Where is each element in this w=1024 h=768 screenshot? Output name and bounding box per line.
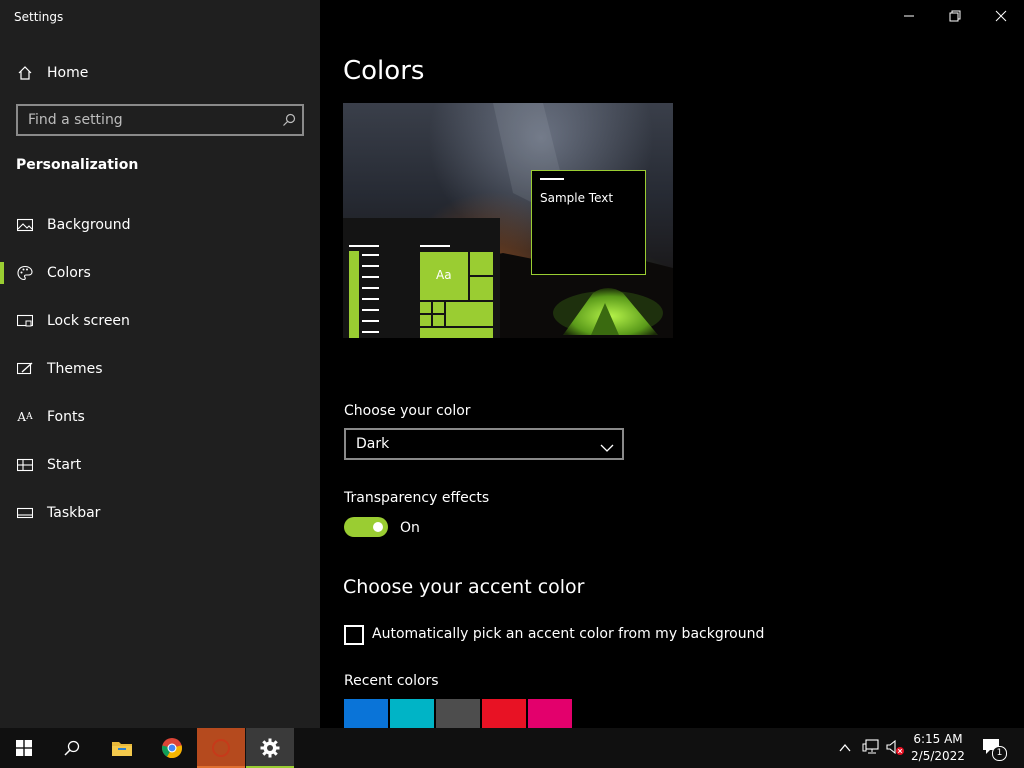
section-heading: Personalization (16, 157, 139, 173)
settings-window: Settings Home Personalization Background (0, 0, 1024, 728)
volume-button[interactable] (886, 739, 906, 761)
taskbar-icon (16, 504, 34, 522)
search-input[interactable] (18, 106, 278, 134)
windows-logo-icon (16, 740, 32, 756)
search-box (16, 104, 304, 136)
choose-color-dropdown[interactable]: Dark (344, 428, 624, 460)
sidebar-item-background[interactable]: Background (0, 205, 320, 245)
themes-icon (16, 360, 34, 378)
search-icon (64, 740, 80, 756)
toggle-knob (373, 522, 383, 532)
sidebar-item-home[interactable]: Home (0, 53, 320, 93)
chevron-down-icon (600, 438, 614, 457)
recent-color-swatch-4[interactable] (482, 699, 526, 728)
preview-window: Sample Text (531, 170, 646, 275)
auto-accent-checkbox[interactable] (344, 625, 364, 645)
sidebar-item-label: Themes (47, 361, 103, 377)
show-hidden-icons-button[interactable] (838, 740, 852, 759)
file-explorer-button[interactable] (98, 728, 146, 768)
home-icon (16, 64, 34, 82)
image-icon (16, 216, 34, 234)
gear-icon (260, 738, 280, 758)
restore-icon (949, 10, 961, 22)
sidebar: Settings Home Personalization Background (0, 0, 320, 728)
preview-tile-large: Aa (420, 252, 468, 300)
close-button[interactable] (978, 0, 1024, 32)
sidebar-item-label: Start (47, 457, 82, 473)
recent-color-swatch-1[interactable] (344, 699, 388, 728)
preview-start-menu: Aa (343, 218, 500, 338)
minimize-button[interactable] (886, 0, 932, 32)
recent-color-swatch-3[interactable] (436, 699, 480, 728)
taskbar-app-button[interactable] (197, 728, 245, 768)
accent-color-heading: Choose your accent color (343, 576, 585, 598)
clock[interactable]: 6:15 AM 2/5/2022 (904, 731, 972, 765)
sidebar-item-label: Home (47, 65, 89, 81)
taskbar: 6:15 AM 2/5/2022 1 (0, 728, 1024, 768)
recent-colors-label: Recent colors (344, 673, 439, 689)
transparency-label: Transparency effects (344, 490, 490, 506)
transparency-toggle[interactable] (344, 517, 388, 537)
auto-accent-label: Automatically pick an accent color from … (372, 626, 765, 642)
sidebar-item-label: Background (47, 217, 131, 233)
start-button[interactable] (0, 728, 48, 768)
preview-tile-text: Aa (436, 268, 452, 282)
action-center-button[interactable]: 1 (982, 738, 1007, 761)
lock-screen-icon (16, 312, 34, 330)
theme-preview: Aa Sample Text (343, 103, 673, 338)
sidebar-item-fonts[interactable]: AA Fonts (0, 397, 320, 437)
dropdown-value: Dark (356, 436, 390, 452)
toggle-state-label: On (400, 520, 420, 536)
clock-date: 2/5/2022 (911, 749, 965, 763)
recent-color-swatch-2[interactable] (390, 699, 434, 728)
sidebar-item-label: Colors (47, 265, 91, 281)
sidebar-item-label: Lock screen (47, 313, 130, 329)
chrome-button[interactable] (148, 728, 196, 768)
page-title: Colors (343, 56, 425, 86)
taskbar-search-button[interactable] (48, 728, 96, 768)
search-icon[interactable] (282, 112, 296, 131)
recent-color-swatch-5[interactable] (528, 699, 572, 728)
folder-icon (112, 742, 132, 756)
selection-indicator (0, 262, 4, 284)
clock-time: 6:15 AM (913, 732, 963, 746)
restore-button[interactable] (932, 0, 978, 32)
sidebar-item-taskbar[interactable]: Taskbar (0, 493, 320, 533)
sidebar-item-start[interactable]: Start (0, 445, 320, 485)
settings-taskbar-button[interactable] (246, 728, 294, 768)
fonts-icon: AA (17, 410, 33, 424)
preview-sample-text: Sample Text (540, 191, 614, 205)
notification-badge: 1 (992, 746, 1007, 761)
close-icon (995, 10, 1007, 22)
chrome-icon (162, 738, 183, 759)
minimize-icon (904, 15, 914, 17)
sidebar-item-label: Taskbar (47, 505, 101, 521)
volume-muted-icon (886, 739, 904, 755)
app-icon (212, 739, 230, 757)
network-icon (862, 739, 879, 754)
sidebar-item-themes[interactable]: Themes (0, 349, 320, 389)
network-button[interactable] (862, 739, 880, 759)
choose-color-label: Choose your color (344, 403, 471, 419)
sidebar-item-label: Fonts (47, 409, 85, 425)
sidebar-item-colors[interactable]: Colors (0, 253, 320, 293)
start-icon (16, 456, 34, 474)
window-title: Settings (14, 10, 64, 24)
palette-icon (16, 264, 34, 282)
chevron-up-icon (839, 743, 851, 752)
sidebar-item-lock-screen[interactable]: Lock screen (0, 301, 320, 341)
